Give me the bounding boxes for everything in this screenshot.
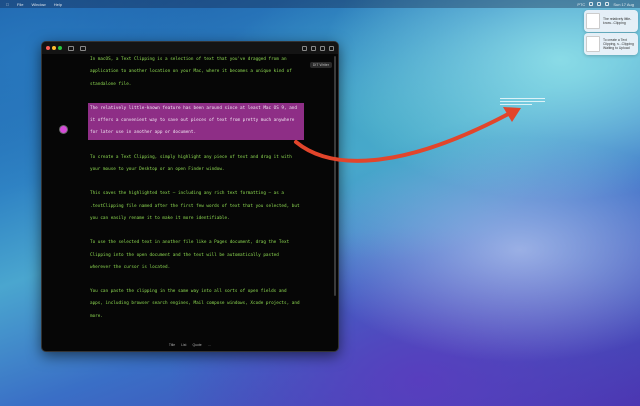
- notification-text: The relatively little-know...Clipping: [603, 16, 632, 25]
- menu-window[interactable]: Window: [31, 2, 45, 7]
- format-quote[interactable]: Quote: [192, 343, 201, 347]
- notification-1[interactable]: The relatively little-know...Clipping: [584, 10, 638, 32]
- document-body[interactable]: In macOS, a Text Clipping is a selection…: [88, 54, 304, 335]
- control-center-icon[interactable]: [605, 2, 610, 6]
- format-bar: Title List Quote …: [42, 343, 338, 347]
- dragged-clipping-preview[interactable]: [500, 98, 545, 107]
- settings-icon[interactable]: [320, 45, 325, 51]
- menu-file[interactable]: File: [17, 2, 23, 7]
- format-list[interactable]: List: [181, 343, 186, 347]
- paragraph[interactable]: In macOS, a Text Clipping is a selection…: [90, 54, 300, 91]
- minimize-button[interactable]: [52, 46, 56, 50]
- menu-help[interactable]: Help: [54, 2, 62, 7]
- scrollbar[interactable]: [334, 56, 336, 296]
- menubar-status-text[interactable]: PTC: [577, 2, 585, 7]
- format-more[interactable]: …: [208, 343, 211, 347]
- search-icon[interactable]: [311, 45, 316, 51]
- notification-text: To create a Text Clipping, s...Clipping …: [603, 37, 634, 51]
- clipping-line: [500, 101, 545, 102]
- format-title[interactable]: Title: [169, 343, 175, 347]
- wifi-icon[interactable]: [589, 2, 594, 6]
- paragraph[interactable]: To use the selected text in another file…: [90, 237, 300, 274]
- clipping-file-icon: [586, 36, 600, 52]
- more-icon[interactable]: [329, 45, 334, 51]
- search-icon[interactable]: [597, 2, 602, 6]
- selected-paragraph[interactable]: The relatively little-known feature has …: [88, 102, 304, 140]
- menu-bar:  File Window Help PTC Sun 17 Aug: [0, 0, 640, 8]
- apple-menu-icon[interactable]: : [6, 2, 9, 7]
- share-icon[interactable]: [302, 45, 307, 51]
- notification-2[interactable]: To create a Text Clipping, s...Clipping …: [584, 33, 638, 55]
- menubar-clock[interactable]: Sun 17 Aug: [613, 2, 634, 7]
- editor-window: DIT Writer In macOS, a Text Clipping is …: [41, 41, 339, 352]
- title-bar: [42, 42, 338, 54]
- sidebar-toggle-icon[interactable]: [68, 45, 74, 51]
- zoom-button[interactable]: [58, 46, 62, 50]
- back-icon[interactable]: [80, 45, 86, 51]
- close-button[interactable]: [46, 46, 50, 50]
- paragraph[interactable]: To create a Text Clipping, simply highli…: [90, 152, 300, 177]
- clipping-line: [500, 104, 532, 105]
- clipping-line: [500, 98, 545, 99]
- editor-mode-badge[interactable]: DIT Writer: [309, 62, 332, 68]
- paragraph[interactable]: You can paste the clipping in the same w…: [90, 286, 300, 323]
- clipping-file-icon: [586, 13, 600, 29]
- paragraph[interactable]: This saves the highlighted text – includ…: [90, 188, 300, 225]
- drag-cursor-icon: [60, 126, 67, 133]
